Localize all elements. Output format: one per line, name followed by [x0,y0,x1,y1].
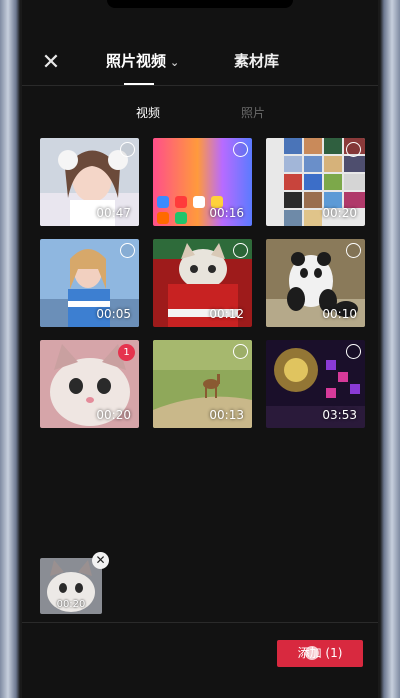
select-circle[interactable] [233,344,248,359]
media-item[interactable]: 00:16 [153,138,252,226]
video-duration: 03:53 [322,408,357,422]
close-button[interactable]: ✕ [36,48,66,78]
video-duration: 00:20 [56,599,86,610]
media-item[interactable]: 03:53 [266,340,365,428]
chevron-down-icon: ⌄ [170,56,180,69]
media-item[interactable]: 00:13 [153,340,252,428]
header: ✕ 照片视频 ⌄ 素材库 [22,0,378,85]
add-button[interactable]: 添加 (1) [277,640,363,667]
video-duration: 00:10 [322,307,357,321]
video-duration: 00:13 [209,408,244,422]
tab-photos-videos[interactable]: 照片视频 ⌄ [106,50,179,71]
video-duration: 00:12 [209,307,244,321]
tab-label: 素材库 [234,52,280,70]
video-duration: 00:47 [96,206,131,220]
selected-item[interactable]: 00:20 [40,558,102,614]
media-item[interactable]: 00:12 [153,239,252,327]
video-duration: 00:05 [96,307,131,321]
tab-label: 照片视频 [106,52,167,70]
media-item[interactable]: 1 00:20 [40,340,139,428]
close-icon: ✕ [95,553,106,567]
subtab-photo[interactable]: 照片 [241,104,265,121]
video-duration: 00:16 [209,206,244,220]
touch-indicator [305,646,319,660]
media-item[interactable]: 00:47 [40,138,139,226]
divider [22,622,378,623]
media-item[interactable]: 00:05 [40,239,139,327]
video-duration: 00:20 [96,408,131,422]
remove-selected-button[interactable]: ✕ [92,552,109,569]
select-circle[interactable] [346,142,361,157]
close-icon: ✕ [41,50,61,75]
select-circle[interactable] [346,344,361,359]
select-circle[interactable] [233,142,248,157]
video-duration: 00:20 [322,206,357,220]
divider [22,85,378,86]
select-circle[interactable] [233,243,248,258]
subtab-video[interactable]: 视频 [136,104,160,121]
selected-order-badge[interactable]: 1 [118,344,135,361]
select-circle[interactable] [120,142,135,157]
select-circle[interactable] [120,243,135,258]
tab-material-library[interactable]: 素材库 [234,50,279,71]
media-item[interactable]: 00:20 [266,138,365,226]
media-item[interactable]: 00:10 [266,239,365,327]
app-screen: ✕ 照片视频 ⌄ 素材库 视频 照片 00:47 00:16 00:20 00:… [22,0,378,698]
select-circle[interactable] [346,243,361,258]
